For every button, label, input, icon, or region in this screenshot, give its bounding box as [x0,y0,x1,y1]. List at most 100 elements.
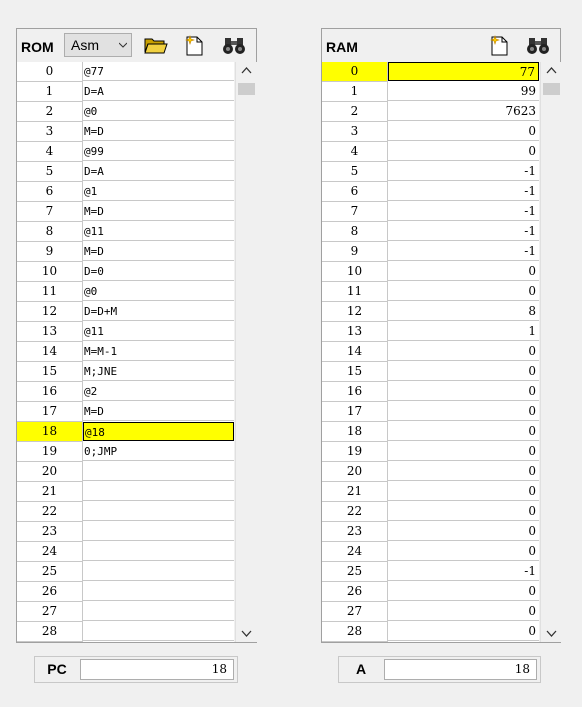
ram-value-cell[interactable]: 0 [388,462,539,481]
folder-open-icon[interactable] [144,34,168,56]
ram-value-cell[interactable]: 0 [388,542,539,561]
ram-row[interactable]: 12 8 [322,302,539,322]
rom-value-cell[interactable]: M=D [83,202,234,221]
ram-value-cell[interactable]: -1 [388,162,539,181]
ram-row[interactable]: 14 0 [322,342,539,362]
ram-value-cell[interactable]: 99 [388,82,539,101]
rom-row[interactable]: 15 M;JNE [17,362,234,382]
binoculars-icon[interactable] [526,34,550,56]
scroll-up-icon[interactable] [541,62,562,80]
ram-value-cell[interactable]: 0 [388,282,539,301]
ram-row[interactable]: 28 0 [322,622,539,642]
ram-value-cell[interactable]: 0 [388,502,539,521]
ram-row[interactable]: 17 0 [322,402,539,422]
rom-row[interactable]: 13 @11 [17,322,234,342]
rom-row[interactable]: 10 D=0 [17,262,234,282]
rom-row[interactable]: 9 M=D [17,242,234,262]
ram-value-cell[interactable]: -1 [388,222,539,241]
ram-value-cell[interactable]: 0 [388,122,539,141]
ram-value-cell[interactable]: 0 [388,262,539,281]
rom-value-cell[interactable] [83,562,234,581]
rom-row[interactable]: 7 M=D [17,202,234,222]
scroll-down-icon[interactable] [236,624,257,642]
ram-row[interactable]: 8 -1 [322,222,539,242]
ram-value-cell[interactable]: 0 [388,422,539,441]
ram-value-cell[interactable]: -1 [388,242,539,261]
rom-value-cell[interactable] [83,602,234,621]
ram-value-cell[interactable]: 77 [388,62,539,81]
rom-value-cell[interactable]: @18 [83,422,234,441]
binoculars-icon[interactable] [222,34,246,56]
new-file-icon[interactable] [487,34,511,56]
ram-value-cell[interactable]: 0 [388,482,539,501]
ram-value-cell[interactable]: 0 [388,142,539,161]
ram-row[interactable]: 11 0 [322,282,539,302]
rom-value-cell[interactable] [83,502,234,521]
ram-row[interactable]: 27 0 [322,602,539,622]
ram-value-cell[interactable]: 0 [388,382,539,401]
ram-row[interactable]: 22 0 [322,502,539,522]
ram-value-cell[interactable]: -1 [388,202,539,221]
rom-value-cell[interactable] [83,522,234,541]
ram-value-cell[interactable]: 0 [388,582,539,601]
ram-row[interactable]: 20 0 [322,462,539,482]
ram-row[interactable]: 7 -1 [322,202,539,222]
ram-value-cell[interactable]: 0 [388,622,539,641]
ram-value-cell[interactable]: 0 [388,362,539,381]
ram-value-cell[interactable]: 0 [388,342,539,361]
rom-row[interactable]: 21 [17,482,234,502]
rom-value-cell[interactable]: @99 [83,142,234,161]
rom-row[interactable]: 25 [17,562,234,582]
rom-value-cell[interactable]: D=D+M [83,302,234,321]
pc-value-field[interactable]: 18 [80,659,234,680]
ram-value-cell[interactable]: -1 [388,182,539,201]
ram-row[interactable]: 25 -1 [322,562,539,582]
rom-row[interactable]: 4 @99 [17,142,234,162]
ram-row[interactable]: 30 [322,122,539,142]
ram-scroll-thumb[interactable] [543,83,560,95]
rom-row[interactable]: 27 [17,602,234,622]
rom-row[interactable]: 23 [17,522,234,542]
rom-value-cell[interactable]: D=A [83,82,234,101]
rom-row[interactable]: 3 M=D [17,122,234,142]
rom-row[interactable]: 12 D=D+M [17,302,234,322]
rom-row[interactable]: 1 D=A [17,82,234,102]
rom-value-cell[interactable] [83,482,234,501]
rom-value-cell[interactable] [83,582,234,601]
rom-value-cell[interactable]: @0 [83,102,234,121]
rom-value-cell[interactable]: 0;JMP [83,442,234,461]
ram-value-cell[interactable]: -1 [388,562,539,581]
rom-value-cell[interactable] [83,542,234,561]
ram-scrollbar[interactable] [540,62,562,642]
rom-row[interactable]: 22 [17,502,234,522]
rom-row[interactable]: 5 D=A [17,162,234,182]
ram-value-cell[interactable]: 8 [388,302,539,321]
rom-row[interactable]: 0 @77 [17,62,234,82]
rom-value-cell[interactable]: M;JNE [83,362,234,381]
new-file-icon[interactable] [182,34,206,56]
scroll-down-icon[interactable] [541,624,562,642]
rom-value-cell[interactable]: @2 [83,382,234,401]
rom-row[interactable]: 20 [17,462,234,482]
rom-row[interactable]: 19 0;JMP [17,442,234,462]
ram-row[interactable]: 0 77 [322,62,539,82]
ram-row[interactable]: 24 0 [322,542,539,562]
ram-row[interactable]: 5 -1 [322,162,539,182]
rom-row[interactable]: 2 @0 [17,102,234,122]
rom-value-cell[interactable]: M=M-1 [83,342,234,361]
rom-row[interactable]: 14 M=M-1 [17,342,234,362]
rom-row[interactable]: 8 @11 [17,222,234,242]
rom-value-cell[interactable]: D=A [83,162,234,181]
rom-row[interactable]: 6 @1 [17,182,234,202]
rom-value-cell[interactable]: M=D [83,402,234,421]
rom-value-cell[interactable]: @0 [83,282,234,301]
ram-row[interactable]: 15 0 [322,362,539,382]
rom-row[interactable]: 17 M=D [17,402,234,422]
rom-value-cell[interactable]: @11 [83,222,234,241]
ram-row[interactable]: 9 -1 [322,242,539,262]
ram-row[interactable]: 18 0 [322,422,539,442]
rom-value-cell[interactable] [83,462,234,481]
rom-row[interactable]: 28 [17,622,234,642]
rom-row[interactable]: 16 @2 [17,382,234,402]
rom-row[interactable]: 24 [17,542,234,562]
